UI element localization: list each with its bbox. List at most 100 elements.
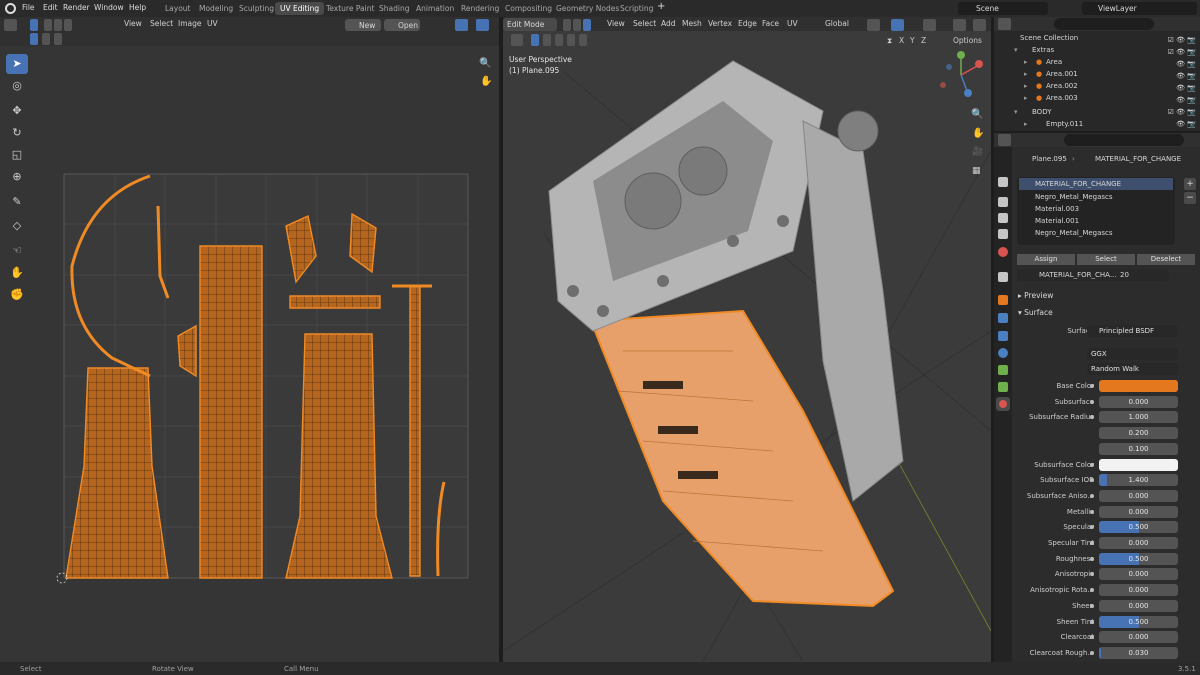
visibility-toggles[interactable]: ☑ 👁 📷 ☑ 👁 📷 👁 📷 👁 📷 👁 📷 👁 📷 ☑ 👁 📷 👁 📷	[1160, 34, 1196, 129]
snap-icon[interactable]	[455, 19, 468, 31]
tab-rendering[interactable]: Rendering	[456, 2, 504, 15]
socket-dot-icon[interactable]	[1090, 588, 1094, 592]
snap-toggle-icon[interactable]	[891, 19, 904, 31]
field-input[interactable]: 0.500	[1099, 553, 1178, 565]
constraints-tab-icon[interactable]	[998, 365, 1008, 375]
render-tab-icon[interactable]	[998, 197, 1008, 207]
uv-menu-image[interactable]: Image	[178, 19, 202, 28]
vp-zoom-icon[interactable]: 🔍	[971, 109, 983, 120]
vp-menu-select[interactable]: Select	[633, 19, 656, 28]
uv-select-extend-icon[interactable]	[42, 33, 50, 45]
vp-menu-add[interactable]: Add	[661, 19, 676, 28]
vertex-mode-icon[interactable]	[563, 19, 571, 31]
socket-dot-icon[interactable]	[1090, 525, 1094, 529]
material-slot[interactable]: Material.001	[1019, 215, 1173, 227]
particles-tab-icon[interactable]	[998, 331, 1008, 341]
vp-menu-face[interactable]: Face	[762, 19, 779, 28]
socket-dot-icon[interactable]	[1090, 415, 1094, 419]
uv-menu-view[interactable]: View	[124, 19, 142, 28]
field-input[interactable]: 0.000	[1099, 600, 1178, 612]
field-input[interactable]: 1.400	[1099, 474, 1178, 486]
socket-dot-icon[interactable]	[1090, 400, 1094, 404]
field-input[interactable]: 0.000	[1099, 396, 1178, 408]
field-input[interactable]	[1099, 459, 1178, 471]
field-input[interactable]: 0.000	[1099, 584, 1178, 596]
vp-menu-vertex[interactable]: Vertex	[708, 19, 732, 28]
distribution-dropdown[interactable]: GGX	[1087, 348, 1178, 360]
overlays-icon[interactable]	[973, 19, 986, 31]
data-tab-icon[interactable]	[998, 382, 1008, 392]
tab-uv-editing[interactable]: UV Editing	[275, 2, 325, 15]
uv-menu-select[interactable]: Select	[150, 19, 173, 28]
tab-animation[interactable]: Animation	[411, 2, 459, 15]
tab-sculpting[interactable]: Sculpting	[234, 2, 279, 15]
material-slot[interactable]: Material.003	[1019, 203, 1173, 215]
vp-pan-icon[interactable]: ✋	[972, 128, 984, 139]
visibility-icon[interactable]	[953, 19, 966, 31]
field-input[interactable]: 1.000	[1099, 411, 1178, 423]
material-slot[interactable]: Negro_Metal_Megascs	[1019, 191, 1173, 203]
world-tab-icon[interactable]	[998, 272, 1008, 282]
uv-sync-icon[interactable]	[30, 19, 38, 31]
field-input[interactable]: 0.000	[1099, 568, 1178, 580]
socket-dot-icon[interactable]	[1090, 620, 1094, 624]
orientation-dropdown[interactable]: Global	[825, 19, 849, 28]
vp-menu-mesh[interactable]: Mesh	[682, 19, 702, 28]
view-layer-tab-icon[interactable]	[998, 229, 1008, 239]
socket-dot-icon[interactable]	[1090, 651, 1094, 655]
socket-dot-icon[interactable]	[1090, 604, 1094, 608]
subsurface-method-dropdown[interactable]: Random Walk	[1087, 363, 1178, 375]
vp-menu-uv[interactable]: UV	[787, 19, 798, 28]
socket-dot-icon[interactable]	[1090, 557, 1094, 561]
preview-section[interactable]: ▸ Preview	[1018, 291, 1053, 300]
assign-button[interactable]: Assign	[1017, 254, 1075, 265]
uv-menu-uv[interactable]: UV	[207, 19, 218, 28]
view-layer-selector[interactable]: ViewLayer	[1082, 2, 1197, 15]
edge-mode-icon[interactable]	[573, 19, 581, 31]
new-image-button[interactable]: New	[345, 19, 381, 31]
field-input[interactable]: 0.500	[1099, 521, 1178, 533]
open-image-button[interactable]: Open	[384, 19, 420, 31]
socket-dot-icon[interactable]	[1090, 635, 1094, 639]
physics-tab-icon[interactable]	[998, 348, 1008, 358]
tab-modeling[interactable]: Modeling	[194, 2, 238, 15]
menu-help[interactable]: Help	[129, 3, 146, 12]
uv-select-subtract-icon[interactable]	[54, 33, 62, 45]
editor-type-icon[interactable]	[4, 19, 17, 31]
blender-logo-icon[interactable]	[5, 3, 16, 14]
mode-dropdown[interactable]: Edit Mode	[503, 18, 557, 31]
menu-file[interactable]: File	[22, 3, 35, 12]
material-slot[interactable]: Negro_Metal_Megascs	[1019, 227, 1173, 239]
properties-editor-type-icon[interactable]	[998, 134, 1011, 146]
vp-menu-edge[interactable]: Edge	[738, 19, 757, 28]
socket-dot-icon[interactable]	[1090, 510, 1094, 514]
socket-dot-icon[interactable]	[1090, 541, 1094, 545]
select-mode-vertex-icon[interactable]	[44, 19, 52, 31]
object-tab-icon[interactable]	[998, 295, 1008, 305]
tool-tab-icon[interactable]	[998, 177, 1008, 187]
socket-dot-icon[interactable]	[1090, 572, 1094, 576]
field-input[interactable]: 0.000	[1099, 506, 1178, 518]
socket-dot-icon[interactable]	[1090, 384, 1094, 388]
select-mode-edge-icon[interactable]	[54, 19, 62, 31]
tab-shading[interactable]: Shading	[374, 2, 414, 15]
vp-menu-view[interactable]: View	[607, 19, 625, 28]
properties-search-input[interactable]	[1064, 134, 1184, 146]
field-input[interactable]: 0.200	[1099, 427, 1178, 439]
material-tab-icon[interactable]	[996, 397, 1010, 411]
field-input[interactable]: 0.000	[1099, 537, 1178, 549]
field-input[interactable]	[1099, 380, 1178, 392]
uv-editor-canvas[interactable]: ➤ ◎ ✥ ↻ ◱ ⊕ ✎ ◇ ☜ ✋ ✊ 🔍 ✋	[0, 46, 499, 662]
uv-select-box-icon[interactable]	[30, 33, 38, 45]
tab-compositing[interactable]: Compositing	[500, 2, 557, 15]
outliner-search-input[interactable]	[1054, 18, 1154, 30]
outliner-editor-type-icon[interactable]	[998, 18, 1011, 30]
face-mode-icon[interactable]	[583, 19, 591, 31]
socket-dot-icon[interactable]	[1090, 478, 1094, 482]
field-input[interactable]: 0.000	[1099, 490, 1178, 502]
material-datablock-selector[interactable]: MATERIAL_FOR_CHA... 20	[1017, 269, 1169, 281]
tab-scripting[interactable]: Scripting	[615, 2, 658, 15]
field-input[interactable]: 0.030	[1099, 647, 1178, 659]
material-slot[interactable]: MATERIAL_FOR_CHANGE	[1019, 178, 1173, 190]
pivot-icon[interactable]	[867, 19, 880, 31]
